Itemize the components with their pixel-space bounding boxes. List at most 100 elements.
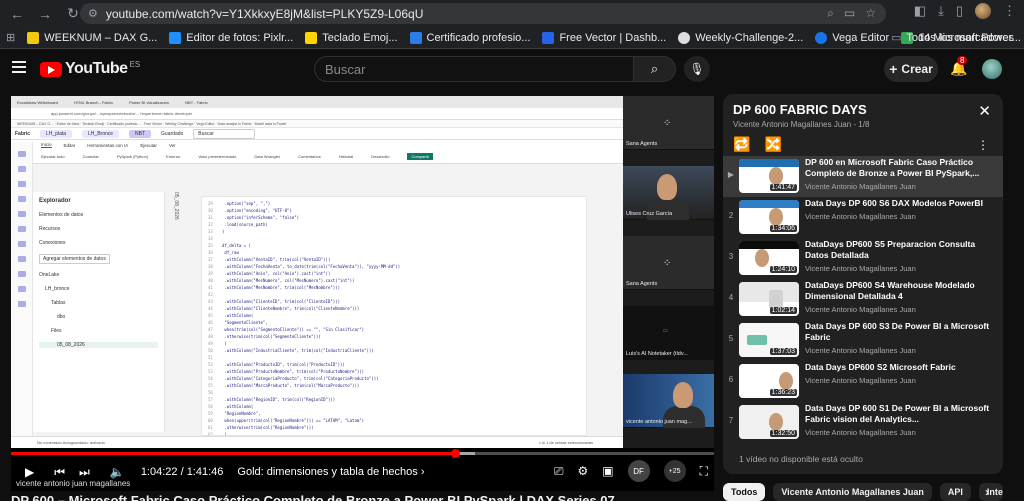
omnibox-actions: ⌕ ▭ ☆	[827, 6, 876, 21]
playlist-title[interactable]: DP 600 FABRIC DAYS	[733, 102, 867, 117]
search-input[interactable]: Buscar	[314, 56, 634, 82]
code-line: 56	[208, 389, 580, 396]
code-text: .otherwise(trim(col("RegionNombre")))	[222, 425, 314, 430]
participant-tile: ▭ Luis's AI Notetaker (tldv...	[623, 306, 714, 360]
video-thumbnail[interactable]: 1:36:23	[739, 364, 799, 398]
chevron-right-icon[interactable]: ›	[985, 485, 989, 499]
line-number: 34	[208, 236, 213, 241]
close-icon[interactable]: ✕	[978, 102, 991, 120]
line-number: 48	[208, 334, 213, 339]
chip-api[interactable]: API	[939, 483, 971, 501]
forward-icon[interactable]: →	[34, 3, 56, 25]
create-button[interactable]: + Crear	[884, 56, 938, 82]
cast-icon[interactable]: ▭	[844, 6, 855, 21]
participant-chip[interactable]: DF	[627, 460, 650, 482]
line-number: 38	[208, 264, 213, 269]
video-thumbnail[interactable]: 1:34:06	[739, 200, 799, 234]
video-frame-url: app.powerbi.com/groups/…/synapsenotebook…	[11, 108, 623, 120]
code-line: 53 .withColumn("ProductoNombre", trim(co…	[208, 368, 580, 375]
downloads-icon[interactable]: ⤓	[938, 3, 944, 19]
playlist-item[interactable]: 6 1:36:23 Data Days DP600 S2 Microsoft F…	[723, 361, 1003, 402]
bookmark-item[interactable]: Teclado Emoj...	[305, 31, 398, 44]
fullscreen-icon[interactable]: ⛶	[700, 464, 708, 479]
video-thumbnail[interactable]: 1:32:50	[739, 405, 799, 439]
back-icon[interactable]: ←	[6, 3, 28, 25]
sidepanel-icon[interactable]: ▯	[956, 3, 963, 19]
shuffle-icon[interactable]: 🔀	[764, 136, 781, 153]
more-options-icon[interactable]: ⋮	[977, 138, 989, 152]
video-thumbnail[interactable]: 1:02:14	[739, 282, 799, 316]
voice-search-button[interactable]: 🎙	[684, 56, 710, 82]
line-number: 47	[208, 327, 213, 332]
saved-status: Guardado	[161, 130, 184, 137]
chip-all[interactable]: Todos	[723, 483, 766, 501]
play-icon[interactable]: ▶	[25, 465, 34, 479]
playlist-item-text: Data Days DP 600 S1 De Power BI a Micros…	[805, 402, 995, 437]
chapter-button[interactable]: Gold: dimensiones y tabla de hechos ›	[237, 466, 424, 478]
playlist-item[interactable]: 2 1:34:06 Data Days DP 600 S6 DAX Modelo…	[723, 197, 1003, 238]
thumbnail-face	[747, 335, 767, 345]
playlist-item[interactable]: ▶ 1:41:47 DP 600 en Microsoft Fabric Cas…	[723, 156, 1003, 197]
video-frame-browser-tabs: Excalidraw Whiteboard HTML Branch - Fabri…	[11, 96, 623, 108]
channel-name: Vicente Antonio Magallanes Juan	[805, 212, 916, 221]
site-info-icon[interactable]: ⚙	[88, 7, 98, 20]
volume-icon[interactable]: 🔈	[110, 465, 125, 479]
video-thumbnail[interactable]: 1:41:47	[739, 159, 799, 193]
video-title: DP 600 en Microsoft Fabric Caso Práctico…	[805, 157, 980, 178]
thumbnail-art	[739, 241, 799, 249]
video-thumbnail[interactable]: 1:37:03	[739, 323, 799, 357]
extensions-icon[interactable]: ◧	[914, 3, 926, 19]
settings-gear-icon[interactable]: ⚙	[577, 464, 588, 478]
playlist-panel: DP 600 FABRIC DAYS Vicente Antonio Magal…	[723, 94, 1003, 474]
chip-intel[interactable]: Intel	[978, 483, 1003, 501]
miniplayer-icon[interactable]: ▣	[602, 464, 613, 478]
hamburger-menu-icon[interactable]	[12, 61, 26, 73]
all-bookmarks[interactable]: ▭ Todos los marcadores	[891, 31, 1014, 45]
playlist-item[interactable]: 5 1:37:03 Data Days DP 600 S3 De Power B…	[723, 320, 1003, 361]
code-text: df_raw	[222, 250, 239, 255]
progress-bar[interactable]	[11, 449, 714, 458]
loop-icon[interactable]: 🔁	[733, 136, 750, 153]
user-avatar[interactable]	[982, 59, 1002, 79]
bookmark-item[interactable]: Vega Editor	[815, 31, 889, 44]
video-player[interactable]: Excalidraw Whiteboard HTML Branch - Fabri…	[11, 96, 714, 491]
address-bar[interactable]: ⚙ youtube.com/watch?v=Y1XkkxyE8jM&list=P…	[80, 3, 886, 24]
code-line: 30 .option("encoding", "UTF-8")	[208, 207, 580, 214]
profile-avatar[interactable]	[975, 3, 991, 19]
bookmark-star-icon[interactable]: ☆	[865, 6, 876, 21]
thumbnail-face	[769, 208, 783, 226]
code-line: 57 .withColumn("RegionID", trim(col("Reg…	[208, 396, 580, 403]
code-text: .withColumn("IndustriaCliente", trim(col…	[222, 348, 374, 353]
bookmark-item[interactable]: Certificado profesio...	[409, 31, 530, 44]
subtitles-icon[interactable]: ⎚	[554, 464, 564, 479]
code-text: .withColumn("ClienteNombre", trim(col("C…	[222, 306, 360, 311]
playlist-item[interactable]: 4 1:02:14 DataDays DP600 S4 Warehouse Mo…	[723, 279, 1003, 320]
bookmark-item[interactable]: Weekly-Challenge-2...	[678, 31, 803, 44]
browser-menu-icon[interactable]: ⋮	[1003, 3, 1016, 19]
zoom-icon[interactable]: ⌕	[827, 6, 834, 21]
youtube-logo[interactable]: YouTube ES	[40, 60, 140, 78]
bookmark-item[interactable]: Free Vector | Dashb...	[542, 31, 666, 44]
duration: 1:41:46	[186, 466, 224, 478]
player-controls: ▶ ⏮ ⏭ 🔈 1:04:22 / 1:41:46 Gold: dimensio…	[11, 458, 714, 486]
code-text: .withColumn("ClienteID", trim(col("Clien…	[222, 299, 341, 304]
progress-scrubber[interactable]	[451, 449, 461, 458]
video-thumbnail[interactable]: 1:24:10	[739, 241, 799, 275]
previous-icon[interactable]: ⏮	[54, 465, 65, 480]
search-icon: ⌕	[650, 61, 659, 76]
chip-channel[interactable]: Vicente Antonio Magallanes Juan	[773, 483, 932, 501]
bookmark-item[interactable]: Editor de fotos: Pixlr...	[169, 31, 293, 44]
playlist-item[interactable]: 7 1:32:50 Data Days DP 600 S1 De Power B…	[723, 402, 1003, 443]
video-duration: 1:41:47	[769, 184, 797, 191]
search-button[interactable]: ⌕	[634, 56, 676, 82]
next-icon[interactable]: ⏭	[79, 465, 90, 480]
playlist-item[interactable]: 3 1:24:10 DataDays DP600 S5 Preparacion …	[723, 238, 1003, 279]
code-text: .withColumn("CategoriaProducto", trim(co…	[222, 376, 379, 381]
apps-grid-icon[interactable]: ⊞	[6, 31, 15, 44]
code-text: .option("inferSchema", "false")	[222, 215, 300, 220]
youtube-header: YouTube ES Buscar ⌕ 🎙 + Crear 🔔 8	[0, 50, 1024, 88]
bookmark-item[interactable]: WEEKNUM – DAX G...	[27, 31, 157, 44]
thumbnail-art	[739, 200, 799, 208]
more-participants-chip[interactable]: +25	[663, 460, 686, 482]
time-separator: /	[177, 466, 187, 478]
